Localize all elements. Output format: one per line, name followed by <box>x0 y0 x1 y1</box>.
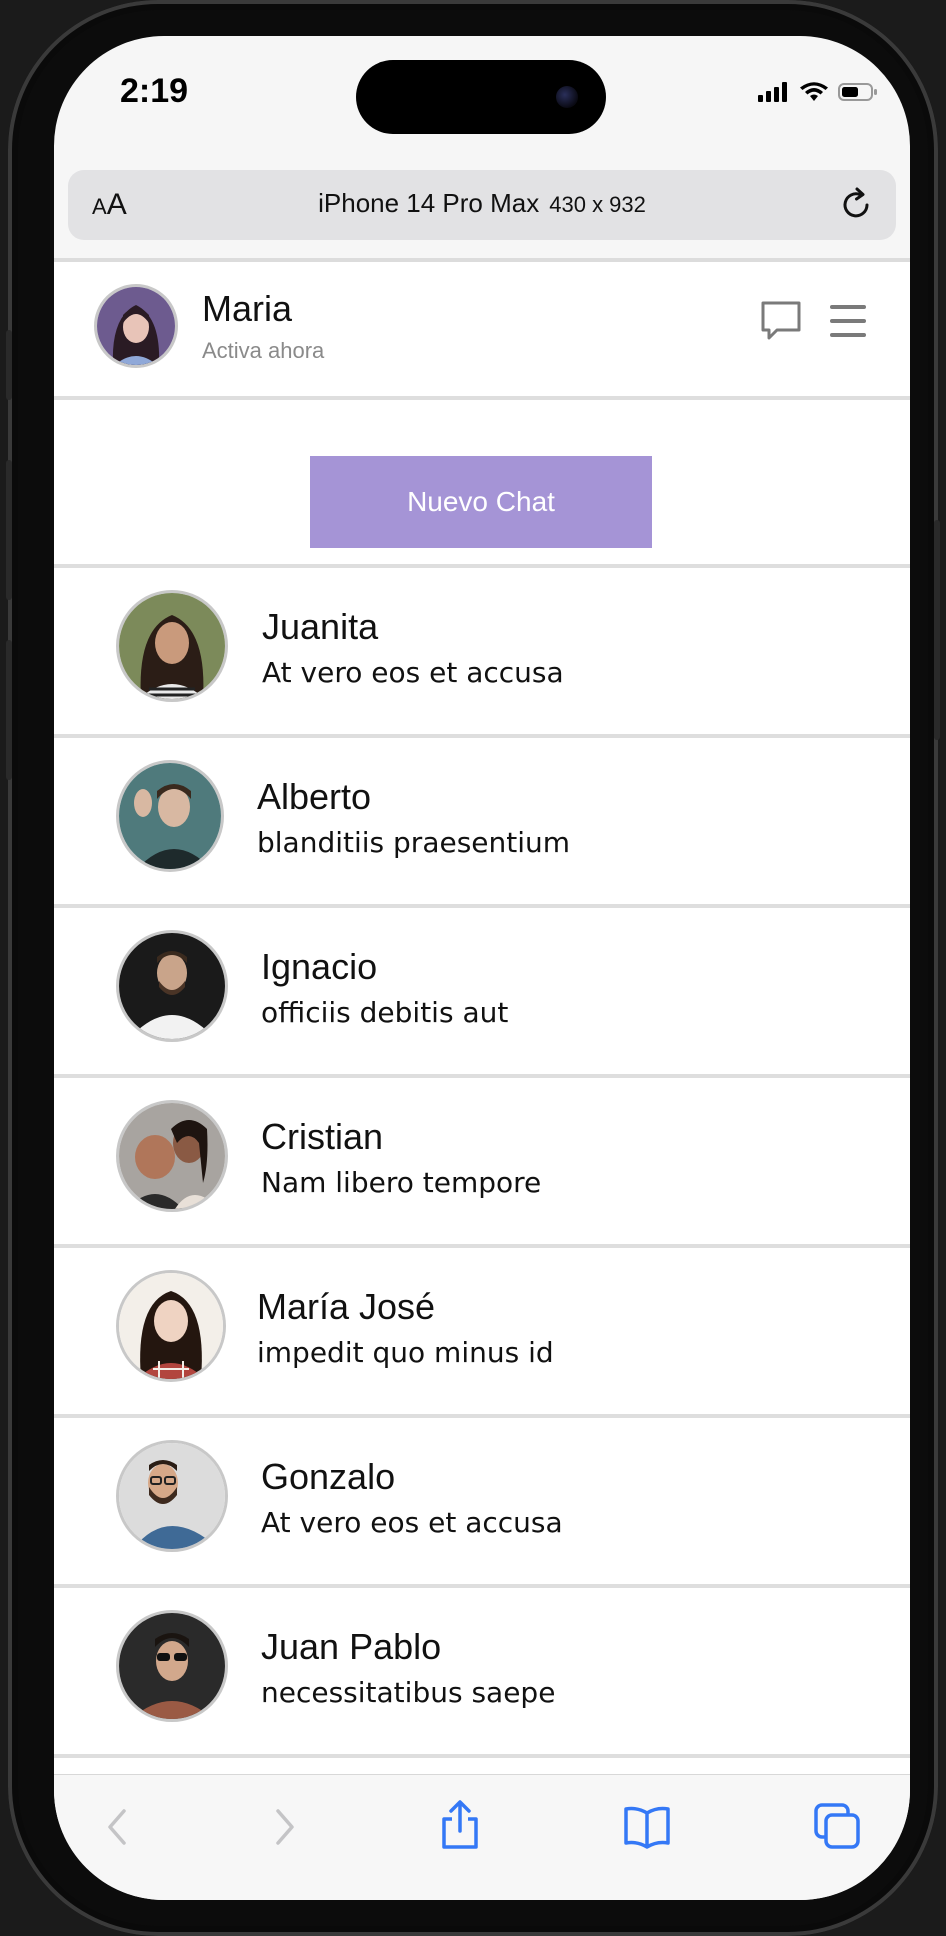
chat-avatar <box>116 760 224 872</box>
page-address[interactable]: iPhone 14 Pro Max 430 x 932 <box>68 188 896 219</box>
chat-item[interactable]: Ignacio officiis debitis aut <box>54 908 910 1078</box>
chat-last-message: At vero eos et accusa <box>262 656 564 689</box>
chat-item[interactable]: Juan Pablo necessitatibus saepe <box>54 1588 910 1758</box>
chat-avatar <box>116 1440 228 1552</box>
new-chat-section: Nuevo Chat <box>54 400 910 568</box>
chat-name: María José <box>257 1286 436 1327</box>
chat-item[interactable]: María José impedit quo minus id <box>54 1248 910 1418</box>
cellular-signal-icon <box>758 82 787 102</box>
screen: 2:19 AA iPhone 14 Pro Max 430 x 932 Mari… <box>54 36 910 1900</box>
status-icons <box>758 82 878 102</box>
browser-toolbar <box>54 1774 910 1900</box>
volume-down-button <box>6 640 12 780</box>
chat-item[interactable]: Cristian Nam libero tempore <box>54 1078 910 1248</box>
chat-last-message: blanditiis praesentium <box>257 826 571 859</box>
user-name: Maria <box>202 288 293 329</box>
battery-icon <box>838 83 877 101</box>
chat-avatar <box>116 1270 226 1382</box>
address-bar[interactable]: AA iPhone 14 Pro Max 430 x 932 <box>68 170 896 240</box>
chat-avatar <box>116 1100 228 1212</box>
chat-name: Juan Pablo <box>261 1626 442 1667</box>
chat-item[interactable]: Juanita At vero eos et accusa <box>54 568 910 738</box>
hamburger-menu-icon[interactable] <box>830 304 866 338</box>
chat-name: Ignacio <box>261 946 378 987</box>
chat-avatar <box>116 590 228 702</box>
web-content: Maria Activa ahora Nuevo Chat Juanita At… <box>54 258 910 1774</box>
wifi-icon <box>800 82 828 101</box>
profile-header: Maria Activa ahora <box>54 262 910 400</box>
chat-last-message: impedit quo minus id <box>257 1336 554 1369</box>
chat-last-message: necessitatibus saepe <box>261 1676 556 1709</box>
device-size: 430 x 932 <box>549 192 646 217</box>
forward-icon[interactable] <box>264 1805 304 1849</box>
bookmarks-icon[interactable] <box>622 1805 672 1849</box>
volume-up-button <box>6 460 12 600</box>
tabs-icon[interactable] <box>812 1801 862 1851</box>
user-status: Activa ahora <box>202 338 325 363</box>
status-time: 2:19 <box>120 72 189 110</box>
chat-last-message: officiis debitis aut <box>261 996 509 1029</box>
chat-last-message: At vero eos et accusa <box>261 1506 563 1539</box>
chat-avatar <box>116 930 228 1042</box>
chat-name: Alberto <box>257 776 372 817</box>
chat-last-message: Nam libero tempore <box>261 1166 542 1199</box>
power-button <box>934 520 940 740</box>
mute-switch <box>6 330 12 400</box>
chat-item[interactable]: Gonzalo At vero eos et accusa <box>54 1418 910 1588</box>
device-name: iPhone 14 Pro Max <box>318 188 540 218</box>
back-icon[interactable] <box>98 1805 138 1849</box>
dynamic-island <box>356 60 606 134</box>
user-avatar[interactable] <box>94 284 178 368</box>
chat-bubble-icon[interactable] <box>760 300 802 344</box>
chat-avatar <box>116 1610 228 1722</box>
chat-name: Cristian <box>261 1116 384 1157</box>
chat-name: Juanita <box>262 606 379 647</box>
share-icon[interactable] <box>438 1799 482 1851</box>
new-chat-button[interactable]: Nuevo Chat <box>310 456 652 548</box>
camera-icon <box>556 86 578 108</box>
chat-name: Gonzalo <box>261 1456 396 1497</box>
reload-icon[interactable] <box>836 184 876 224</box>
chat-item[interactable]: Alberto blanditiis praesentium <box>54 738 910 908</box>
phone-frame: 2:19 AA iPhone 14 Pro Max 430 x 932 Mari… <box>6 0 940 1936</box>
